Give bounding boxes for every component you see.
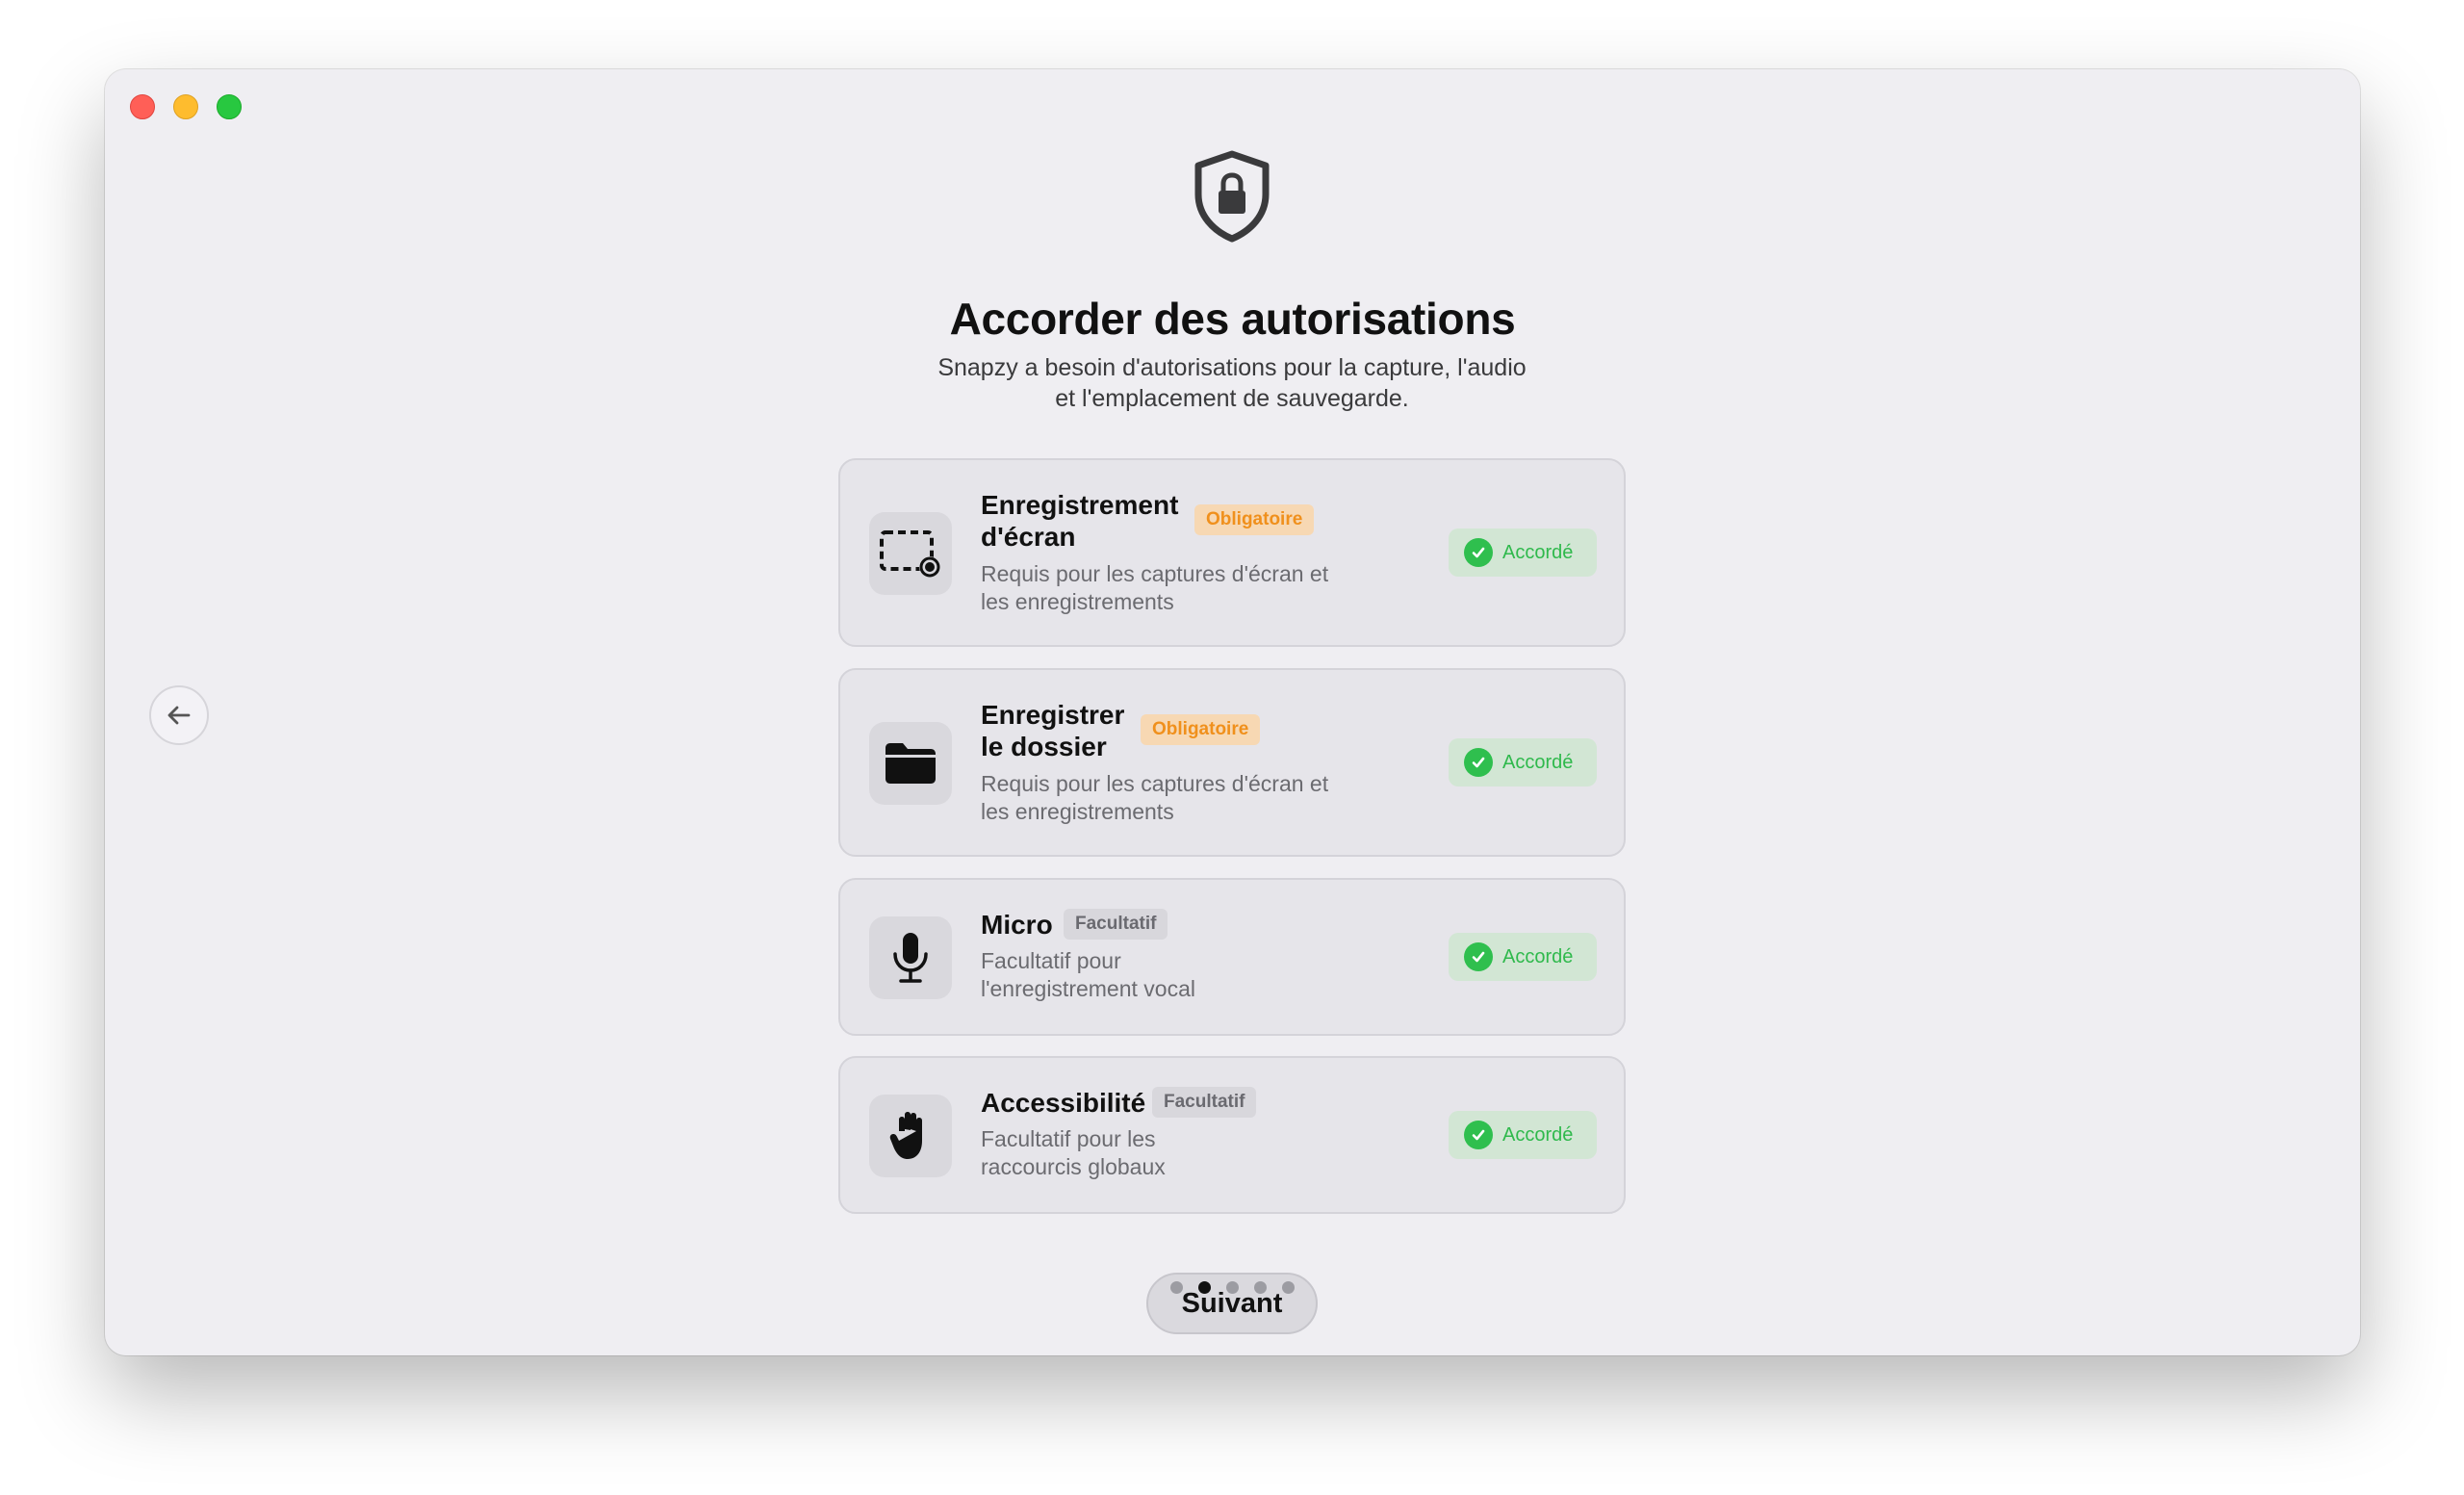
permission-description-line: les enregistrements xyxy=(981,589,1174,614)
granted-status-button[interactable]: Accordé xyxy=(1449,1111,1597,1159)
required-badge: Obligatoire xyxy=(1194,504,1315,535)
permission-card-accessibility: Accessibilité Facultatif Facultatif pour… xyxy=(838,1056,1626,1214)
granted-status-button[interactable]: Accordé xyxy=(1449,738,1597,786)
permission-title-line: d'écran xyxy=(981,522,1076,552)
back-button[interactable] xyxy=(149,685,209,745)
permission-icon-box xyxy=(869,722,952,805)
required-badge: Obligatoire xyxy=(1141,714,1261,745)
permission-description-line: Facultatif pour les xyxy=(981,1126,1156,1151)
onboarding-window: Accorder des autorisations Snapzy a beso… xyxy=(105,69,2360,1355)
subtitle-line: Snapzy a besoin d'autorisations pour la … xyxy=(937,354,1527,381)
permission-icon-box xyxy=(869,916,952,999)
granted-status-label: Accordé xyxy=(1502,751,1574,773)
checkmark-icon xyxy=(1464,942,1493,971)
permission-card-save-folder: Enregistrer le dossier Obligatoire Requi… xyxy=(838,668,1626,857)
permission-title: Enregistrer le dossier xyxy=(981,699,1124,762)
screen-record-icon xyxy=(880,530,940,578)
window-controls xyxy=(130,94,242,119)
permission-title-line: Enregistrer xyxy=(981,700,1125,730)
permission-icon-box xyxy=(869,512,952,595)
permission-title: Micro xyxy=(981,909,1053,941)
close-window-button[interactable] xyxy=(130,94,155,119)
folder-icon xyxy=(886,743,936,784)
permission-description: Facultatif pour les raccourcis globaux xyxy=(981,1125,1385,1181)
permission-title: Enregistrement d'écran xyxy=(981,489,1178,553)
permission-description-line: l'enregistrement vocal xyxy=(981,976,1195,1001)
checkmark-icon xyxy=(1464,538,1493,567)
arrow-left-icon xyxy=(167,706,191,725)
permission-card-screen-recording: Enregistrement d'écran Obligatoire Requi… xyxy=(838,458,1626,647)
permission-description-line: Requis pour les captures d'écran et xyxy=(981,561,1329,586)
page-dot xyxy=(1282,1281,1295,1294)
page-dot xyxy=(1170,1281,1183,1294)
page-indicator xyxy=(1170,1281,1295,1294)
permission-card-microphone: Micro Facultatif Facultatif pour l'enreg… xyxy=(838,878,1626,1036)
granted-status-label: Accordé xyxy=(1502,541,1574,563)
shield-lock-icon xyxy=(1194,150,1270,243)
microphone-icon xyxy=(893,933,928,983)
checkmark-icon xyxy=(1464,1121,1493,1149)
hand-icon xyxy=(889,1112,922,1159)
permission-title-line: Micro xyxy=(981,910,1053,940)
page-dot-active xyxy=(1198,1281,1211,1294)
granted-status-button[interactable]: Accordé xyxy=(1449,528,1597,577)
subtitle-line: et l'emplacement de sauvegarde. xyxy=(1055,385,1409,412)
permission-description: Facultatif pour l'enregistrement vocal xyxy=(981,947,1385,1003)
granted-status-button[interactable]: Accordé xyxy=(1449,933,1597,981)
permission-description: Requis pour les captures d'écran et les … xyxy=(981,560,1385,616)
page-dot xyxy=(1226,1281,1239,1294)
checkmark-icon xyxy=(1464,748,1493,777)
optional-badge: Facultatif xyxy=(1152,1087,1257,1118)
page-subtitle: Snapzy a besoin d'autorisations pour la … xyxy=(847,352,1617,414)
zoom-window-button[interactable] xyxy=(217,94,242,119)
permission-description-line: Facultatif pour xyxy=(981,948,1121,973)
permission-description-line: les enregistrements xyxy=(981,799,1174,824)
page-title: Accorder des autorisations xyxy=(949,294,1516,344)
permission-title: Accessibilité xyxy=(981,1087,1145,1119)
optional-badge: Facultatif xyxy=(1064,909,1168,940)
granted-status-label: Accordé xyxy=(1502,945,1574,967)
permission-title-line: Accessibilité xyxy=(981,1088,1146,1118)
permission-description-line: raccourcis globaux xyxy=(981,1154,1166,1179)
permission-title-line: Enregistrement xyxy=(981,490,1179,520)
permission-description-line: Requis pour les captures d'écran et xyxy=(981,771,1329,796)
granted-status-label: Accordé xyxy=(1502,1123,1574,1146)
permission-title-line: le dossier xyxy=(981,732,1107,761)
permission-description: Requis pour les captures d'écran et les … xyxy=(981,770,1385,826)
permission-icon-box xyxy=(869,1095,952,1177)
page-dot xyxy=(1254,1281,1267,1294)
minimize-window-button[interactable] xyxy=(173,94,198,119)
